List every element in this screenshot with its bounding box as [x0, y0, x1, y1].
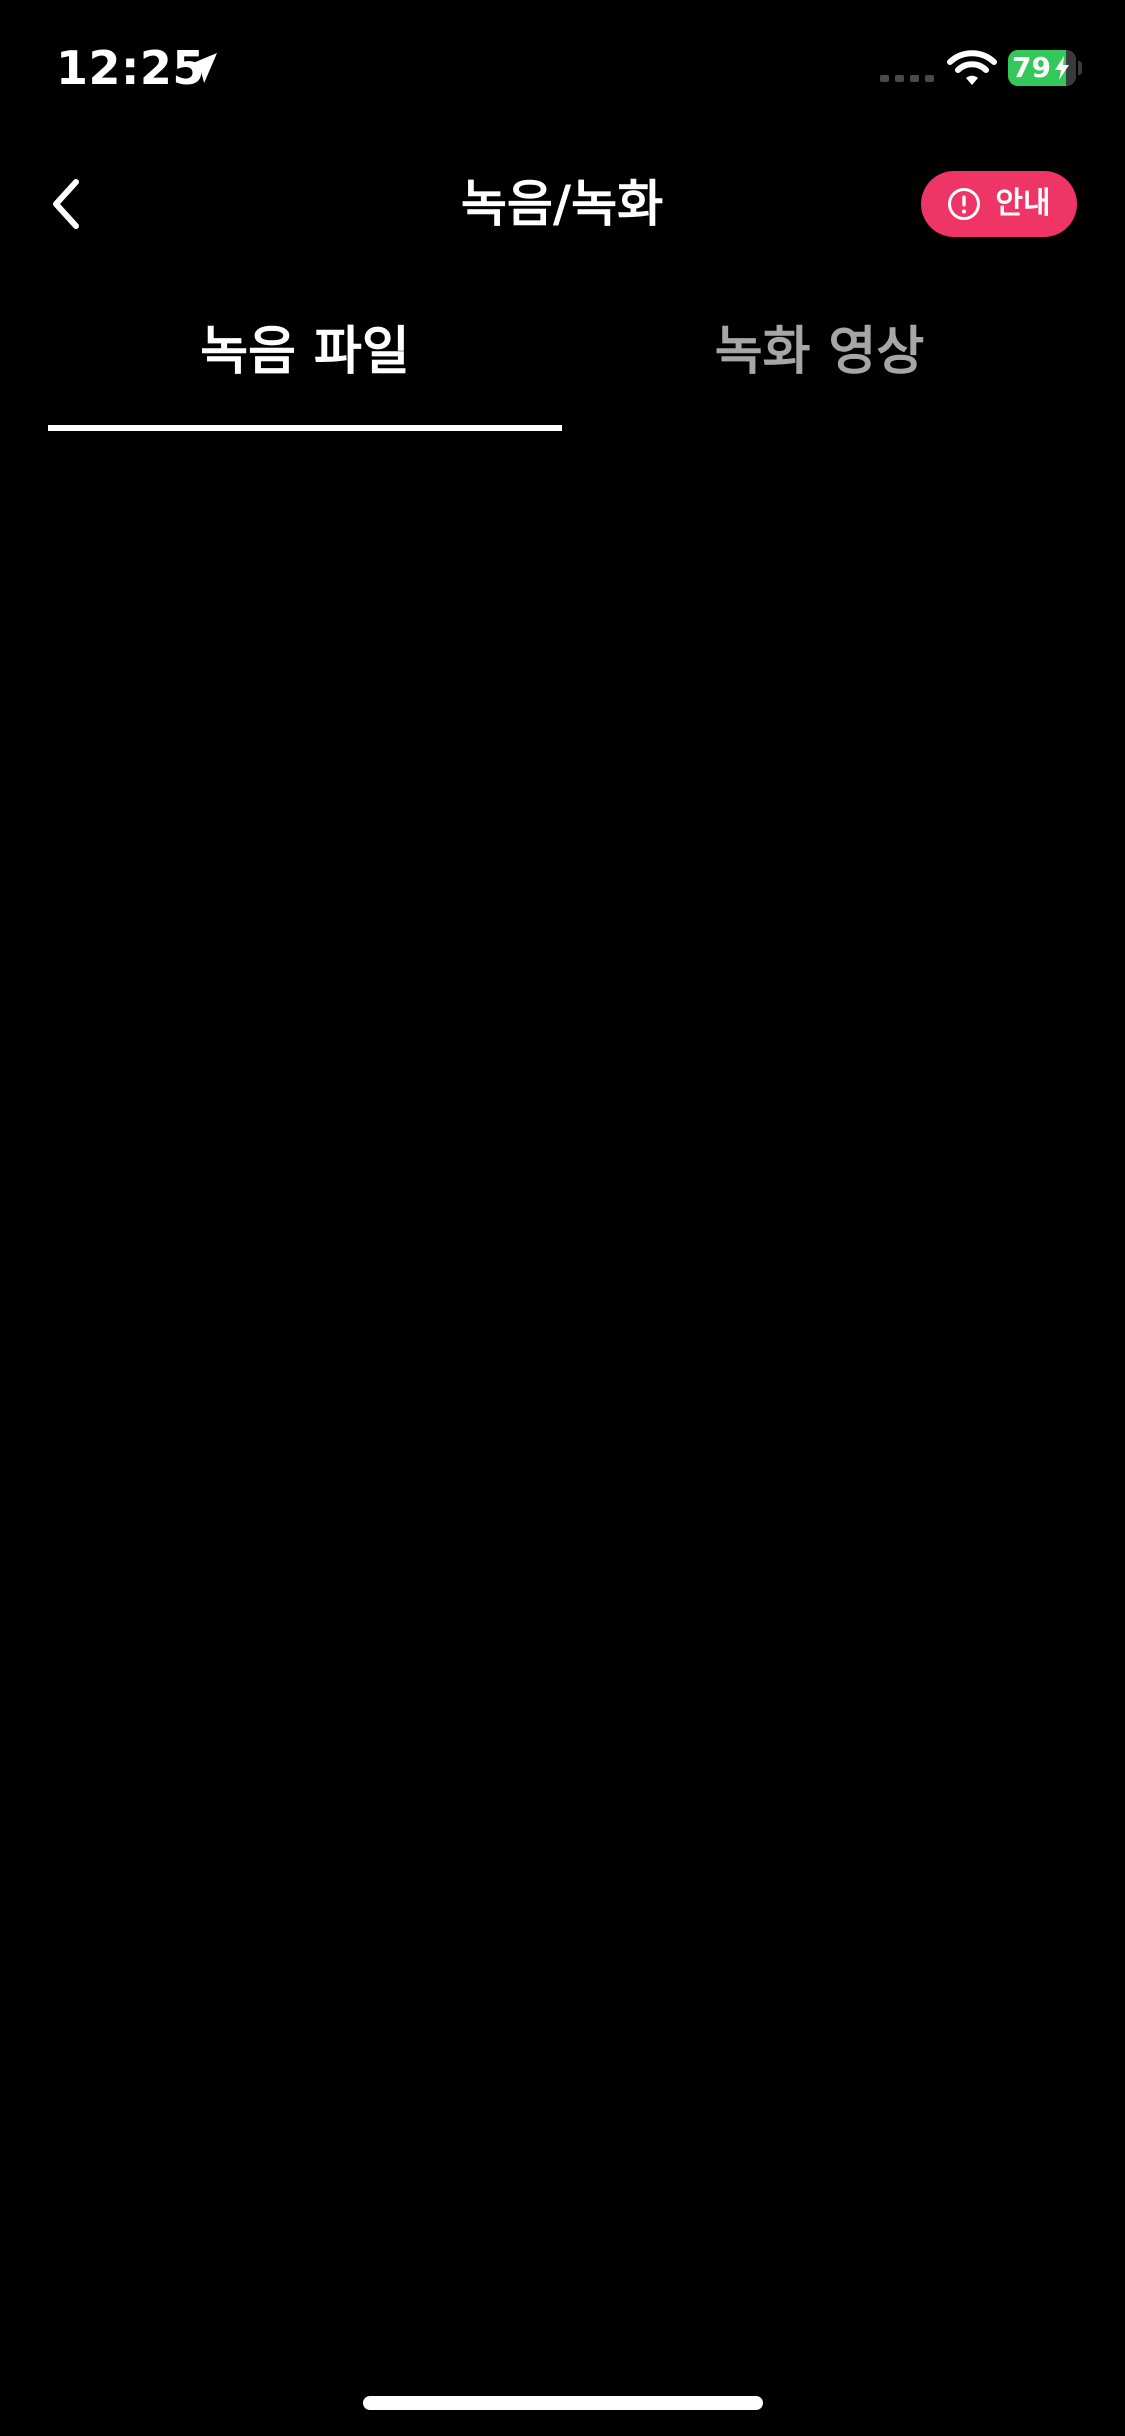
- battery-level: 79: [1012, 51, 1051, 84]
- back-button[interactable]: [36, 168, 96, 240]
- battery-indicator: 79: [1008, 50, 1076, 86]
- page-title: 녹음/녹화: [460, 175, 664, 233]
- battery-cap: [1078, 61, 1082, 75]
- home-indicator[interactable]: [363, 2396, 763, 2410]
- exclamation-circle-icon: [948, 188, 981, 220]
- tab-videos[interactable]: 녹화 영상: [562, 300, 1077, 432]
- recordings-list: [0, 432, 1125, 2352]
- tab-recordings[interactable]: 녹음 파일: [48, 300, 562, 432]
- tab-bar: 녹음 파일 녹화 영상: [48, 300, 1077, 432]
- location-arrow-icon: [187, 53, 217, 83]
- status-bar: 12:25 79: [0, 0, 1125, 135]
- info-button-label: 안내: [995, 186, 1051, 221]
- tab-recordings-label: 녹음 파일: [200, 322, 410, 382]
- tab-selected-indicator: [48, 425, 562, 431]
- info-button[interactable]: 안내: [921, 171, 1077, 237]
- chevron-left-icon: [53, 179, 79, 229]
- charging-bolt-icon: [1055, 56, 1069, 80]
- wifi-icon: [947, 50, 997, 85]
- cellular-signal-icon: [880, 75, 934, 82]
- tab-videos-label: 녹화 영상: [714, 322, 925, 382]
